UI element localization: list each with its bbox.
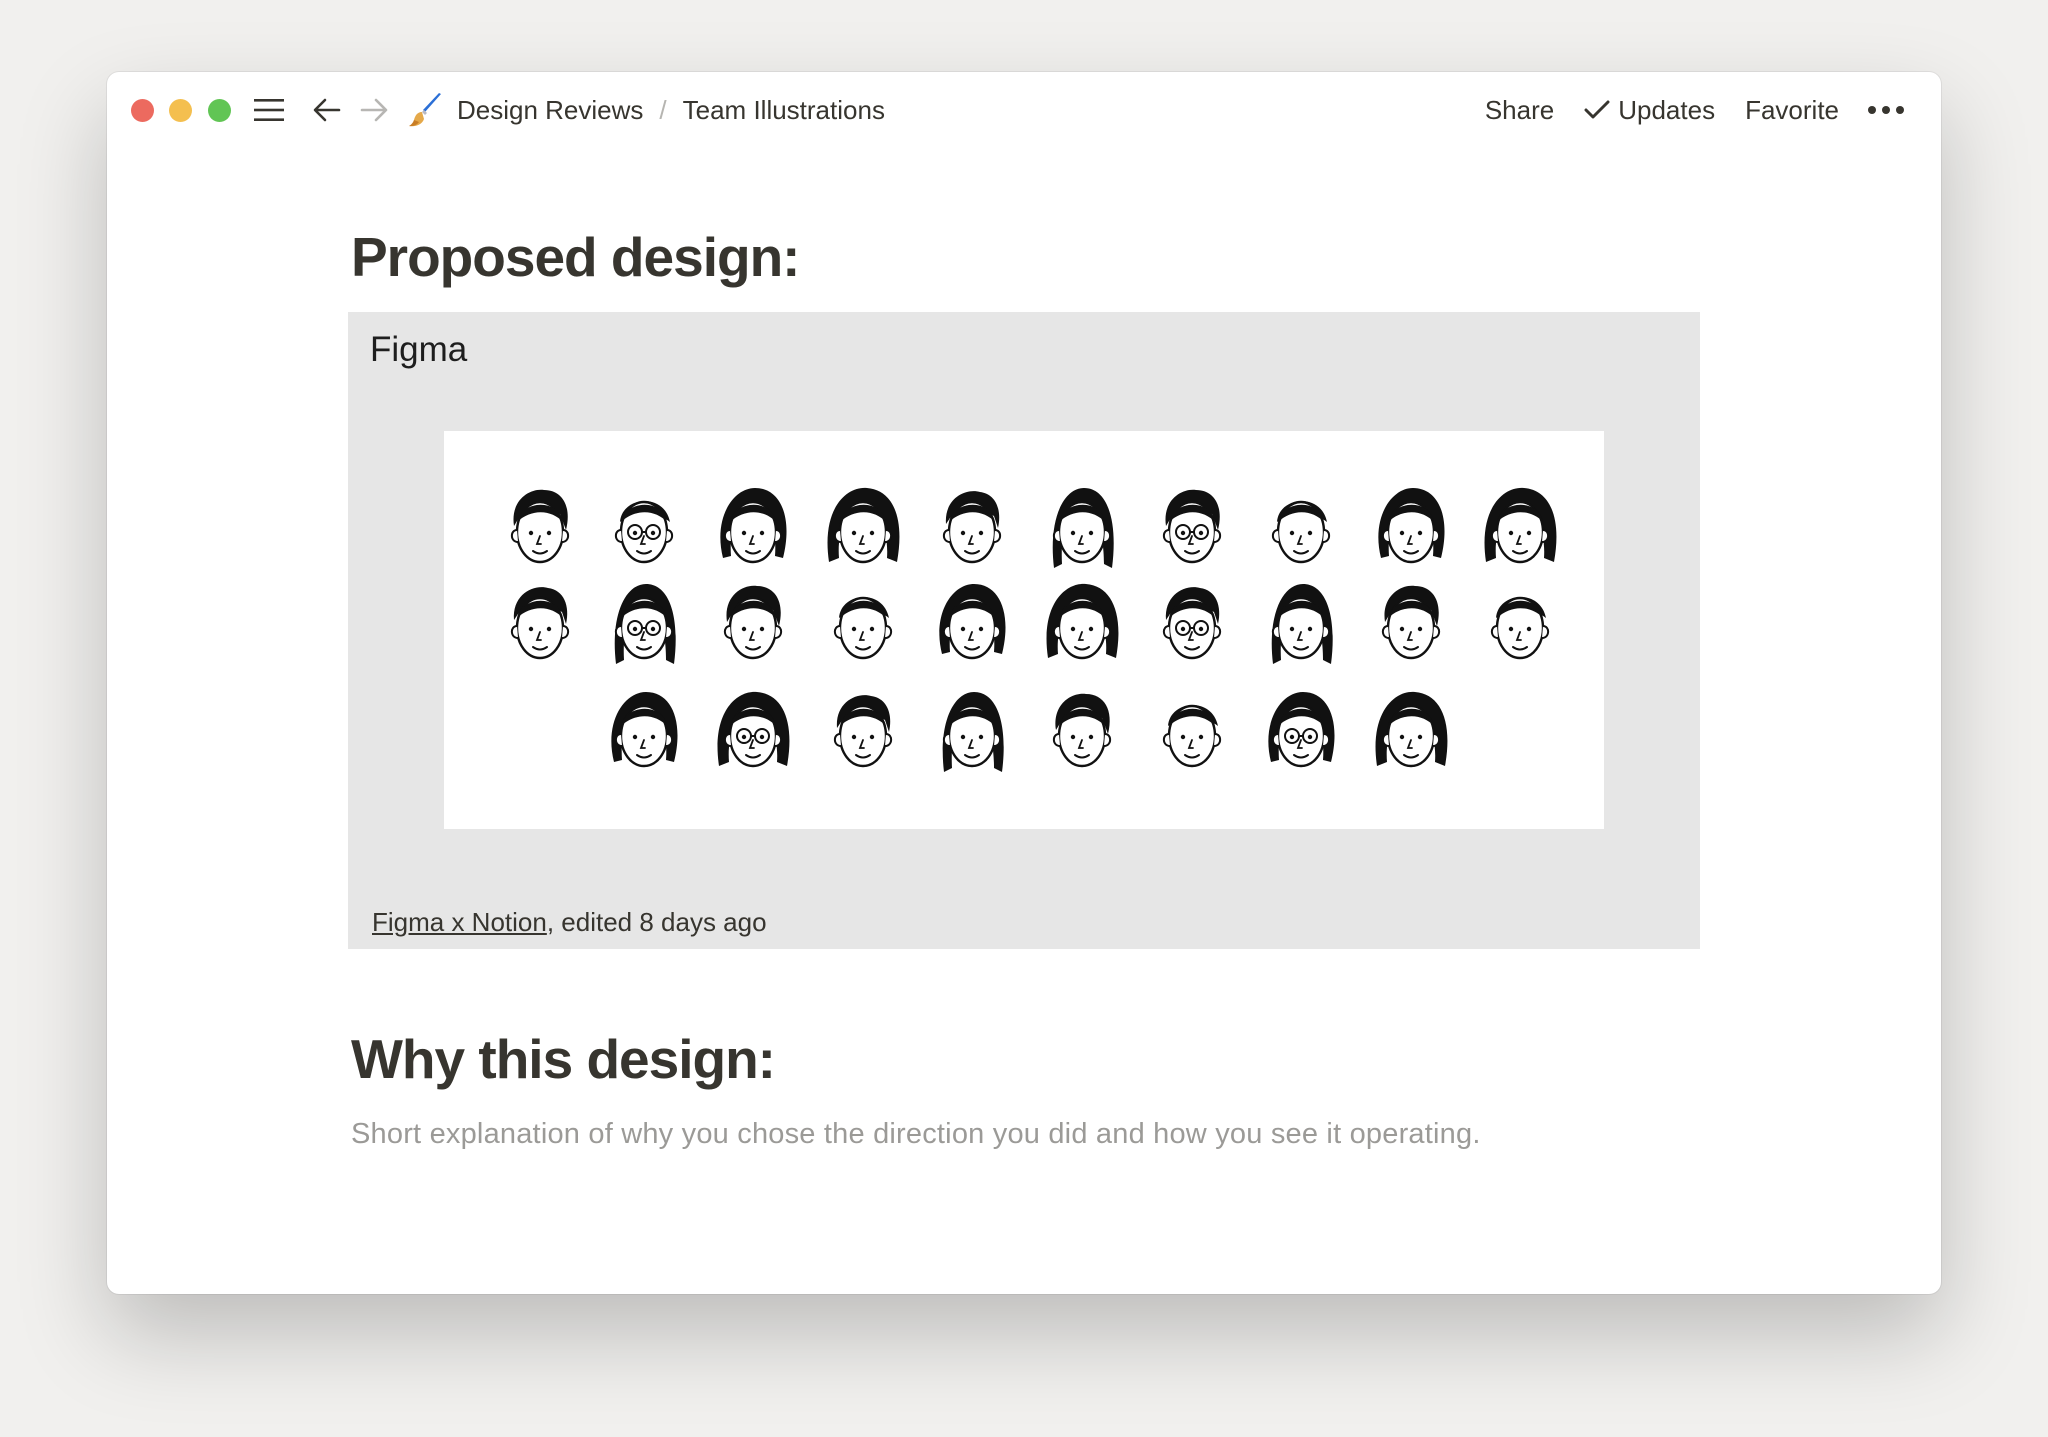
figma-file-link[interactable]: Figma x Notion [372, 907, 547, 937]
figma-embed[interactable]: Figma Figma x Notion, edited 8 days ago [348, 312, 1700, 949]
app-window: Design Reviews / Team Illustrations Shar… [107, 72, 1941, 1294]
page-content: Proposed design: Figma Figma x Notion, e… [107, 72, 1941, 1294]
portrait-illustration [1484, 487, 1557, 564]
portrait-illustration [717, 691, 790, 768]
portrait-illustration [833, 596, 893, 660]
portrait-illustration [1490, 596, 1550, 660]
portrait-illustration [611, 692, 678, 768]
portrait-illustration [720, 488, 787, 564]
illustration-grid [510, 487, 1557, 772]
embed-provider-title: Figma [370, 330, 468, 369]
portrait-illustration [939, 584, 1006, 660]
portrait-illustration [1268, 692, 1335, 768]
embed-footer: Figma x Notion, edited 8 days ago [372, 907, 767, 938]
figma-preview[interactable] [444, 431, 1604, 829]
portrait-illustration [1378, 488, 1445, 564]
portrait-illustration [1381, 585, 1441, 660]
portrait-illustration [942, 692, 1004, 772]
design-explanation-text[interactable]: Short explanation of why you chose the d… [351, 1118, 1481, 1151]
portrait-illustration [1052, 693, 1112, 768]
portrait-illustration [827, 487, 900, 564]
portrait-illustration [1271, 500, 1331, 564]
heading-why-this-design: Why this design: [351, 1028, 776, 1090]
portrait-illustration [1162, 704, 1222, 768]
portrait-illustration [614, 584, 676, 664]
portrait-illustration [723, 585, 783, 660]
portrait-illustration [1052, 488, 1114, 568]
portrait-illustration [1271, 584, 1333, 664]
portrait-illustration [510, 489, 570, 564]
portrait-illustration [1162, 489, 1222, 564]
portrait-illustration [510, 587, 570, 660]
embed-edited-time: , edited 8 days ago [546, 907, 767, 937]
portrait-illustration [833, 695, 893, 768]
portrait-illustration [1046, 583, 1119, 660]
heading-proposed-design: Proposed design: [351, 226, 800, 288]
portrait-illustration [942, 491, 1002, 564]
portrait-illustration [1375, 691, 1448, 768]
portrait-illustration [1162, 587, 1222, 660]
portrait-illustration [614, 500, 674, 564]
